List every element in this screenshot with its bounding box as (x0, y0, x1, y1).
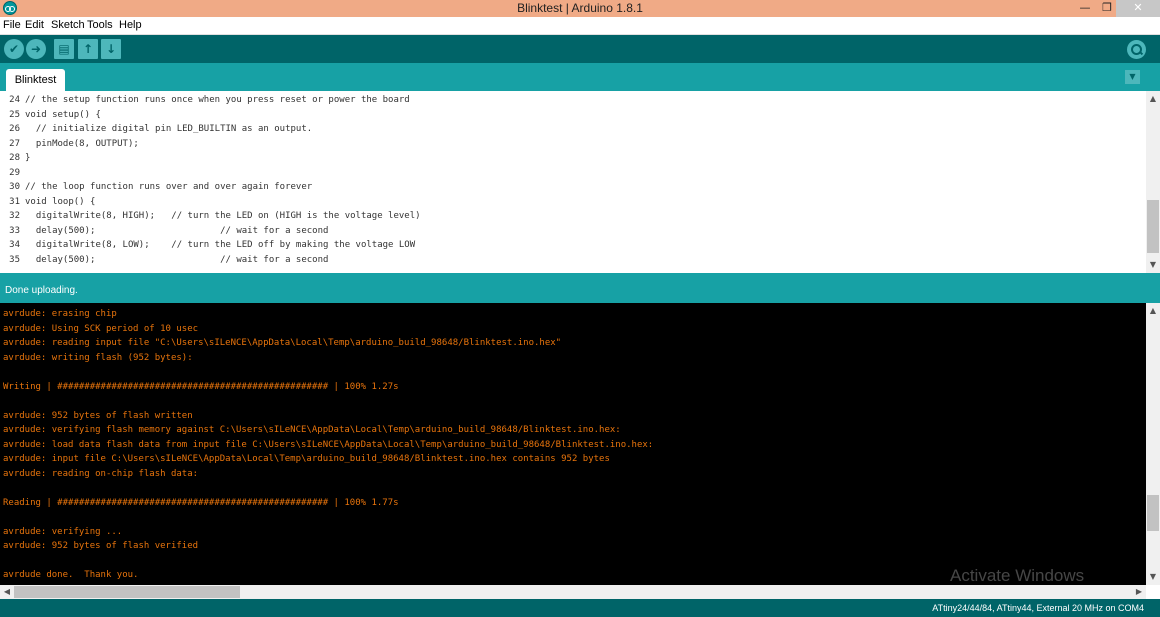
board-status-bar: ATtiny24/44/84, ATtiny44, External 20 MH… (0, 599, 1160, 617)
console-line: avrdude done. Thank you. (3, 570, 139, 580)
console-line: avrdude: load data flash data from input… (3, 439, 654, 450)
toolbar: ✔ ➜ ▤ ↑ ↓ (0, 35, 1160, 63)
console-horizontal-scrollbar[interactable]: ◀ ▶ (0, 585, 1146, 599)
console-line: avrdude: 952 bytes of flash written (3, 410, 193, 421)
line-number: 34 (9, 240, 20, 250)
status-message: Done uploading. (5, 285, 78, 296)
menu-sketch[interactable]: Sketch (51, 19, 85, 31)
menu-bar: File Edit Sketch Tools Help (0, 17, 1160, 35)
scroll-right-arrow-icon[interactable]: ▶ (1132, 585, 1146, 599)
menu-file[interactable]: File (3, 19, 21, 31)
save-sketch-icon[interactable]: ↓ (101, 39, 121, 59)
console-line: avrdude: 952 bytes of flash verified (3, 541, 199, 551)
code-line: delay(500); // wait for a second (25, 254, 329, 265)
console-line: avrdude: reading on-chip flash data: (3, 468, 199, 479)
tab-menu-chevron-down-icon[interactable]: ▼ (1125, 70, 1140, 84)
scroll-left-arrow-icon[interactable]: ◀ (0, 585, 14, 599)
new-sketch-icon[interactable]: ▤ (54, 39, 74, 59)
line-number: 31 (9, 196, 20, 207)
scroll-down-arrow-icon[interactable]: ▼ (1146, 259, 1160, 271)
console-line: avrdude: reading input file "C:\Users\sI… (3, 338, 562, 348)
console-line: Writing | ##############################… (3, 381, 399, 392)
console-line: avrdude: input file C:\Users\sILeNCE\App… (3, 454, 610, 464)
line-number: 30 (9, 182, 20, 192)
verify-icon[interactable]: ✔ (4, 39, 24, 59)
menu-help[interactable]: Help (119, 19, 142, 31)
line-number: 29 (9, 167, 20, 178)
menu-tools[interactable]: Tools (87, 19, 113, 31)
editor-vertical-scrollbar[interactable]: ▲ ▼ (1146, 91, 1160, 273)
scroll-up-arrow-icon[interactable]: ▲ (1146, 305, 1160, 317)
code-line: // the loop function runs over and over … (25, 182, 313, 192)
window-title: Blinktest | Arduino 1.8.1 (517, 1, 643, 15)
activation-watermark: Activate Windows (950, 566, 1085, 585)
console-vertical-scrollbar[interactable]: ▲ ▼ (1146, 303, 1160, 585)
line-number: 25 (9, 109, 20, 120)
tab-strip: Blinktest ▼ (0, 63, 1160, 91)
title-bar: Blinktest | Arduino 1.8.1 — ❐ ✕ (0, 0, 1160, 17)
close-button[interactable]: ✕ (1116, 0, 1160, 17)
code-line: // initialize digital pin LED_BUILTIN as… (25, 124, 313, 134)
menu-edit[interactable]: Edit (25, 19, 44, 31)
upload-icon[interactable]: ➜ (26, 39, 46, 59)
line-number: 24 (9, 95, 20, 105)
scroll-down-arrow-icon[interactable]: ▼ (1146, 571, 1160, 583)
code-editor[interactable]: 24 25 26 27 28 29 30 31 32 33 34 35 // t… (0, 91, 1160, 273)
line-number: 35 (9, 254, 20, 265)
minimize-button[interactable]: — (1075, 0, 1095, 17)
serial-monitor-icon[interactable] (1127, 40, 1146, 59)
tab-blinktest[interactable]: Blinktest (6, 69, 65, 91)
line-number: 27 (9, 138, 20, 149)
console-line: avrdude: verifying flash memory against … (3, 425, 621, 435)
console-line: avrdude: erasing chip (3, 309, 117, 319)
board-port-info: ATtiny24/44/84, ATtiny44, External 20 MH… (932, 603, 1144, 613)
line-number: 33 (9, 225, 20, 236)
console-line: avrdude: Using SCK period of 10 usec (3, 323, 199, 334)
console-line: avrdude: writing flash (952 bytes): (3, 352, 193, 363)
console-line: avrdude: verifying ... (3, 526, 123, 537)
status-bar: Done uploading. (0, 273, 1160, 303)
scrollbar-thumb[interactable] (1147, 495, 1159, 531)
output-console[interactable]: avrdude: erasing chip avrdude: Using SCK… (0, 303, 1160, 585)
code-line: void setup() { (25, 109, 101, 120)
code-line: delay(500); // wait for a second (25, 225, 329, 236)
line-number: 26 (9, 124, 20, 134)
code-line: pinMode(8, OUTPUT); (25, 138, 139, 149)
code-line: digitalWrite(8, HIGH); // turn the LED o… (25, 211, 421, 221)
scrollbar-thumb[interactable] (1147, 200, 1159, 253)
open-sketch-icon[interactable]: ↑ (78, 39, 98, 59)
line-number: 28 (9, 153, 20, 163)
code-line: } (25, 153, 31, 163)
scroll-up-arrow-icon[interactable]: ▲ (1146, 93, 1160, 105)
code-line: digitalWrite(8, LOW); // turn the LED of… (25, 240, 416, 250)
code-line: void loop() { (25, 196, 96, 207)
console-line: Reading | ##############################… (3, 497, 399, 508)
line-number: 32 (9, 211, 20, 221)
code-line: // the setup function runs once when you… (25, 95, 410, 105)
scrollbar-thumb[interactable] (14, 586, 240, 598)
maximize-button[interactable]: ❐ (1097, 0, 1117, 17)
